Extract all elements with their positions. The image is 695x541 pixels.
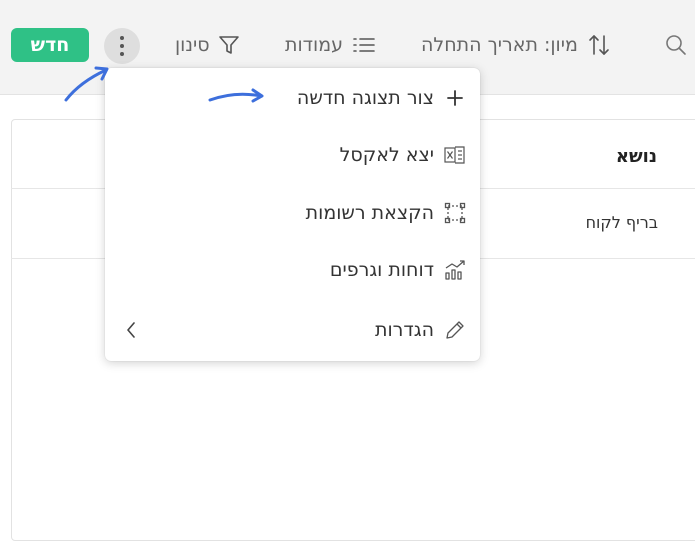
menu-item-settings[interactable]: הגדרות [105,304,480,356]
menu-item-create-view[interactable]: צור תצוגה חדשה [105,72,480,124]
menu-item-label: הגדרות [374,319,434,341]
excel-export-icon [444,144,466,166]
list-icon [353,35,375,55]
sort-icon [588,33,610,57]
filter-button[interactable]: סינון [175,30,240,60]
menu-item-label: דוחות וגרפים [329,259,434,281]
column-header-subject[interactable]: נושא [616,146,657,167]
dot [120,44,124,48]
menu-item-assign-records[interactable]: הקצאת רשומות [105,187,480,239]
chevron-left-icon [125,320,137,344]
plus-icon [444,87,466,109]
columns-button[interactable]: עמודות [285,30,375,60]
menu-item-label: צור תצוגה חדשה [296,87,434,109]
more-options-button[interactable] [104,28,140,64]
dot [120,52,124,56]
chart-icon [444,259,466,281]
menu-item-export-excel[interactable]: יצא לאקסל [105,129,480,181]
filter-icon [218,34,240,56]
menu-item-label: הקצאת רשומות [305,202,434,224]
menu-item-label: יצא לאקסל [339,144,434,166]
sort-button[interactable]: מיון: תאריך התחלה [421,30,610,60]
filter-label: סינון [175,34,210,56]
menu-item-reports-charts[interactable]: דוחות וגרפים [105,244,480,296]
more-options-menu: צור תצוגה חדשה יצא לאקסל הקצאת רשומות דו… [105,68,480,361]
annotation-arrow-icon [208,88,264,103]
table-row[interactable]: בריף לקוח [586,213,658,232]
pencil-icon [444,319,466,341]
new-button[interactable]: חדש [11,28,89,62]
sort-label: מיון: תאריך התחלה [421,34,578,56]
search-icon[interactable] [664,33,688,61]
columns-label: עמודות [285,34,344,56]
annotation-arrow-icon [64,66,109,102]
dot [120,36,124,40]
select-records-icon [444,202,466,224]
